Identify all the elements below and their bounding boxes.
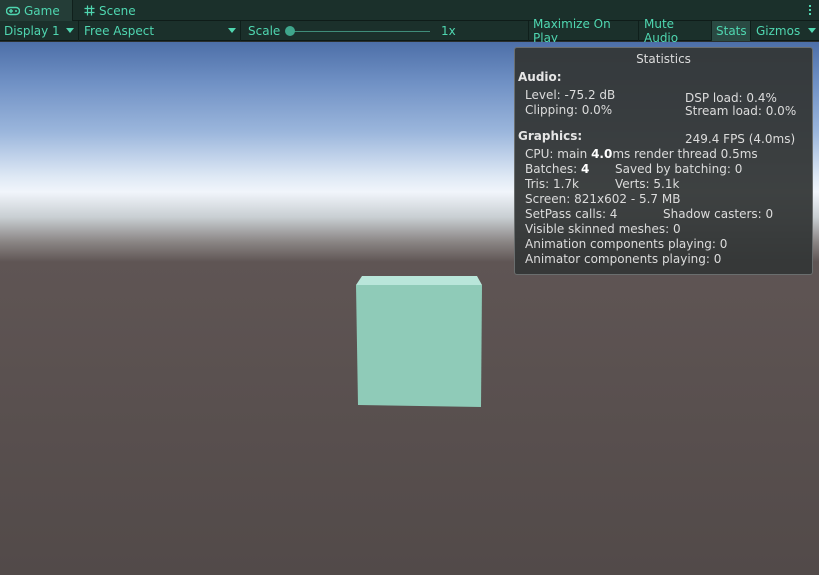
tab-scene[interactable]: Scene — [78, 0, 148, 21]
grid-hash-icon — [84, 5, 95, 16]
cpu-prefix: CPU: main — [525, 147, 592, 161]
fps-readout: 249.4 FPS (4.0ms) — [685, 132, 796, 146]
animation-components: Animation components playing: 0 — [525, 237, 728, 251]
stream-load: Stream load: 0.0% — [685, 104, 797, 118]
cpu-suffix: ms render thread 0.5ms — [612, 147, 758, 161]
audio-header: Audio: — [518, 70, 562, 84]
screen-info: Screen: 821x602 - 5.7 MB — [525, 192, 681, 206]
display-dropdown[interactable]: Display 1 — [0, 21, 79, 41]
statistics-title: Statistics — [636, 52, 691, 66]
maximize-on-play-toggle[interactable]: Maximize On Play — [528, 17, 639, 45]
gizmos-dropdown[interactable]: Gizmos — [752, 21, 819, 41]
graphics-header: Graphics: — [518, 129, 583, 143]
dropdown-arrow-icon — [228, 28, 236, 33]
gizmos-label: Gizmos — [756, 24, 801, 38]
maximize-on-play-label: Maximize On Play — [533, 17, 611, 45]
stats-label: Stats — [716, 24, 747, 38]
audio-clipping: Clipping: 0.0% — [525, 103, 613, 117]
cpu-main-value: 4.0 — [591, 147, 613, 161]
dropdown-arrow-icon — [66, 28, 74, 33]
batches-prefix: Batches: — [525, 162, 581, 176]
more-options-icon[interactable] — [807, 2, 813, 18]
scale-slider-track[interactable] — [290, 31, 430, 32]
batches-value: 4 — [581, 162, 590, 176]
mute-audio-toggle[interactable]: Mute Audio — [640, 17, 712, 45]
dropdown-arrow-icon — [808, 28, 816, 33]
cube-object — [356, 276, 482, 407]
gamepad-icon — [6, 6, 20, 16]
stats-toggle[interactable]: Stats — [712, 21, 751, 41]
shadow-casters: Shadow casters: 0 — [663, 207, 774, 221]
game-view-toolbar: Display 1 Free Aspect Scale 1x Maximize … — [0, 17, 819, 45]
scale-label: Scale — [248, 24, 281, 38]
animator-components: Animator components playing: 0 — [525, 252, 722, 266]
setpass-calls: SetPass calls: 4 — [525, 207, 618, 221]
scale-slider-thumb[interactable] — [285, 26, 295, 36]
aspect-dropdown-label: Free Aspect — [84, 24, 155, 38]
scale-control: Scale 1x — [242, 21, 528, 41]
scale-value: 1x — [441, 24, 456, 38]
display-dropdown-label: Display 1 — [4, 24, 60, 38]
audio-level: Level: -75.2 dB — [525, 88, 616, 102]
tab-game[interactable]: Game — [0, 0, 73, 21]
tris-count: Tris: 1.7k — [525, 177, 579, 191]
visible-skinned-meshes: Visible skinned meshes: 0 — [525, 222, 681, 236]
statistics-panel: Statistics Audio: Level: -75.2 dB Clippi… — [514, 47, 813, 275]
tab-scene-label: Scene — [99, 3, 136, 18]
tab-game-label: Game — [24, 3, 60, 18]
verts-count: Verts: 5.1k — [615, 177, 680, 191]
mute-audio-label: Mute Audio — [644, 17, 679, 45]
saved-by-batching: Saved by batching: 0 — [615, 162, 743, 176]
aspect-dropdown[interactable]: Free Aspect — [80, 21, 241, 41]
cpu-timing: CPU: main 4.0ms render thread 0.5ms — [525, 147, 758, 162]
batches: Batches: 4 — [525, 162, 589, 177]
